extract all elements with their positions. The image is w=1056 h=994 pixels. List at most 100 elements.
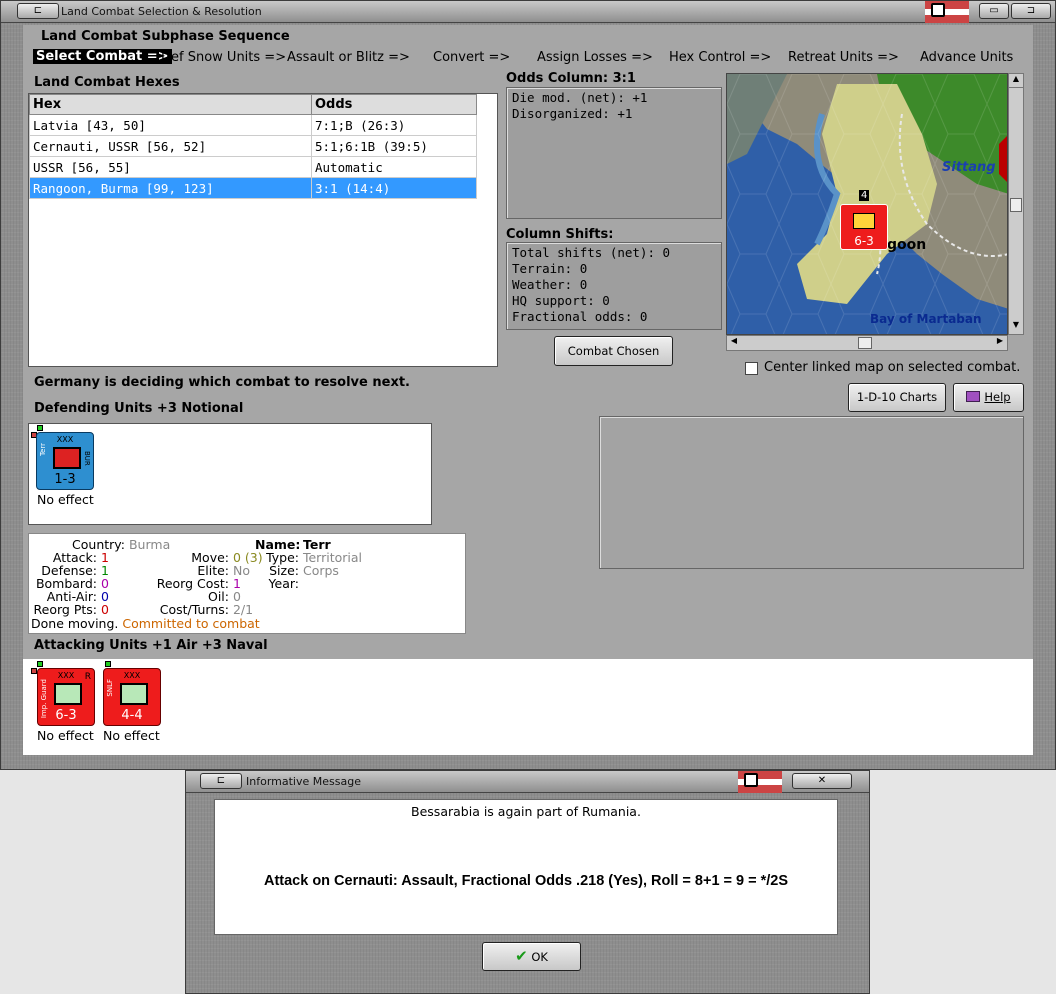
cell-hex: Latvia [43, 50] <box>29 114 312 136</box>
stat-label: Reorg Pts: <box>33 602 97 617</box>
table-row[interactable]: Cernauti, USSR [56, 52] 5:1;6:1B (39:5) <box>29 135 477 157</box>
charts-button[interactable]: 1-D-10 Charts <box>848 383 946 412</box>
stat-value: 0 <box>100 602 109 617</box>
marine-symbol-icon <box>120 683 148 705</box>
help-button[interactable]: Help <box>953 383 1024 412</box>
total-shifts-line: Total shifts (net): 0 <box>512 245 671 260</box>
table-row[interactable]: USSR [56, 55] Automatic <box>29 156 477 178</box>
attacker-unit-counter[interactable]: XXX SNLF 4-4 <box>103 668 161 726</box>
seq-select-combat: Select Combat => <box>33 49 172 64</box>
scroll-down-icon[interactable]: ▼ <box>1009 320 1023 334</box>
status-committed: Committed to combat <box>122 616 260 631</box>
map-unit-counter[interactable]: 6-3 <box>840 204 888 250</box>
message-body: Bessarabia is again part of Rumania. Att… <box>214 799 838 935</box>
col-odds[interactable]: Odds <box>311 94 477 115</box>
stat-label: Cost/Turns: <box>159 602 229 617</box>
scroll-left-icon[interactable]: ◀ <box>727 336 741 350</box>
map-label-sittang: Sittang <box>942 160 996 175</box>
defending-units-panel: XXX Terr BUR 1-3 No effect <box>28 423 432 525</box>
status-text: Germany is deciding which combat to reso… <box>34 375 410 390</box>
seq-assign-losses: Assign Losses => <box>537 50 653 65</box>
unit-value: 1-3 <box>54 472 76 487</box>
status-done-moving: Done moving. <box>31 616 119 631</box>
seq-hex-control: Hex Control => <box>669 50 772 65</box>
defending-header: Defending Units +3 Notional <box>34 401 244 416</box>
unit-reserve-label: R <box>84 672 91 682</box>
germany-flag-icon <box>738 771 782 793</box>
message-window: ⊏ Informative Message ✕ Bessarabia is ag… <box>185 770 870 994</box>
odds-column-label: Odds Column: 3:1 <box>506 71 636 86</box>
hexes-header: Land Combat Hexes <box>34 75 180 90</box>
unit-side-label: SNLF <box>106 679 114 697</box>
check-icon: ✔ <box>515 947 528 965</box>
seq-convert: Convert => <box>433 50 511 65</box>
table-row[interactable]: Latvia [43, 50] 7:1;B (26:3) <box>29 114 477 136</box>
unit-info-panel: Country: Burma Attack: 1 Defense: 1 Bomb… <box>28 533 466 634</box>
fractional-odds-line: Fractional odds: 0 <box>512 309 648 324</box>
close-button[interactable]: ⊐ <box>1011 3 1051 19</box>
combat-chosen-button[interactable]: Combat Chosen <box>554 336 673 366</box>
center-map-label[interactable]: Center linked map on selected combat. <box>764 360 1020 375</box>
unit-status-line: Done moving. Committed to combat <box>31 617 260 630</box>
defender-result: No effect <box>37 492 94 507</box>
map-unit-symbol-icon <box>853 213 875 229</box>
seq-advance: Advance Units <box>920 50 1014 65</box>
cell-hex: USSR [56, 55] <box>29 156 312 178</box>
center-map-checkbox[interactable] <box>745 362 758 375</box>
germany-flag-icon <box>925 1 969 23</box>
cell-odds: 7:1;B (26:3) <box>311 114 477 136</box>
map-unit-value: 6-3 <box>854 234 874 248</box>
ok-button-label: OK <box>531 950 548 964</box>
linked-map[interactable]: Sittang goon Bay of Martaban 4 6-3 <box>726 73 1008 335</box>
details-panel <box>599 416 1024 569</box>
subphase-header: Land Combat Subphase Sequence <box>41 29 290 44</box>
attacking-units-panel: XXX R Imp. Guard 6-3 No effect XXX SNLF … <box>23 659 1033 755</box>
cell-odds: 5:1;6:1B (39:5) <box>311 135 477 157</box>
attacker-status-dot <box>37 661 43 667</box>
window-menu-button[interactable]: ⊏ <box>17 3 59 19</box>
stat-value: Burma <box>128 537 171 552</box>
unit-nation-label: BUR <box>83 451 91 466</box>
attacker-result: No effect <box>37 728 94 743</box>
attacker-unit-counter[interactable]: XXX R Imp. Guard 6-3 <box>37 668 95 726</box>
column-shifts-label: Column Shifts: <box>506 227 614 242</box>
col-hex[interactable]: Hex <box>29 94 312 115</box>
defender-unit-counter[interactable]: XXX Terr BUR 1-3 <box>36 432 94 490</box>
attacker-result: No effect <box>103 728 160 743</box>
help-book-icon <box>966 391 981 402</box>
message-menu-button[interactable]: ⊏ <box>200 773 242 789</box>
stat-reorg-pts: Reorg Pts: 0 <box>29 603 109 616</box>
table-row-selected[interactable]: Rangoon, Burma [99, 123] 3:1 (14:4) <box>29 177 477 199</box>
stat-year: Year: <box>255 577 299 590</box>
main-window-title: Land Combat Selection & Resolution <box>61 5 262 18</box>
map-horizontal-scrollbar[interactable]: ◀ ▶ <box>726 335 1008 351</box>
message-window-title: Informative Message <box>246 775 361 788</box>
scroll-right-icon[interactable]: ▶ <box>993 336 1007 350</box>
combat-hexes-table: Hex Odds Latvia [43, 50] 7:1;B (26:3) Cer… <box>28 93 498 367</box>
stat-cost-turns: Cost/Turns: 2/1 <box>129 603 253 616</box>
message-close-button[interactable]: ✕ <box>792 773 852 789</box>
main-window: ⊏ Land Combat Selection & Resolution ▭ ⊐… <box>0 0 1056 770</box>
disorganized-line: Disorganized: +1 <box>512 106 633 121</box>
map-stack-count: 4 <box>859 190 870 201</box>
map-vertical-scrollbar[interactable]: ▲ ▼ <box>1008 73 1024 335</box>
map-label-bay: Bay of Martaban <box>870 312 982 326</box>
cell-hex: Rangoon, Burma [99, 123] <box>29 177 312 199</box>
attacker-status-dot <box>105 661 111 667</box>
cell-odds: Automatic <box>311 156 477 178</box>
ok-button[interactable]: ✔ OK <box>482 942 581 971</box>
stat-label: Year: <box>268 576 299 591</box>
infantry-symbol-icon <box>53 447 81 469</box>
scroll-thumb-v[interactable] <box>1010 198 1022 212</box>
minimize-button[interactable]: ▭ <box>979 3 1009 19</box>
scroll-up-icon[interactable]: ▲ <box>1009 74 1023 88</box>
cell-odds: 3:1 (14:4) <box>311 177 477 199</box>
message-titlebar: ⊏ Informative Message ✕ <box>186 771 869 793</box>
column-shifts-box: Total shifts (net): 0 Terrain: 0 Weather… <box>506 242 722 330</box>
attacking-header: Attacking Units +1 Air +3 Naval <box>34 638 268 653</box>
scroll-thumb-h[interactable] <box>858 337 872 349</box>
die-mod-line: Die mod. (net): +1 <box>512 90 648 105</box>
seq-retreat: Retreat Units => <box>788 50 899 65</box>
message-line-1: Bessarabia is again part of Rumania. <box>411 804 641 819</box>
map-label-rangoon: goon <box>887 237 927 253</box>
